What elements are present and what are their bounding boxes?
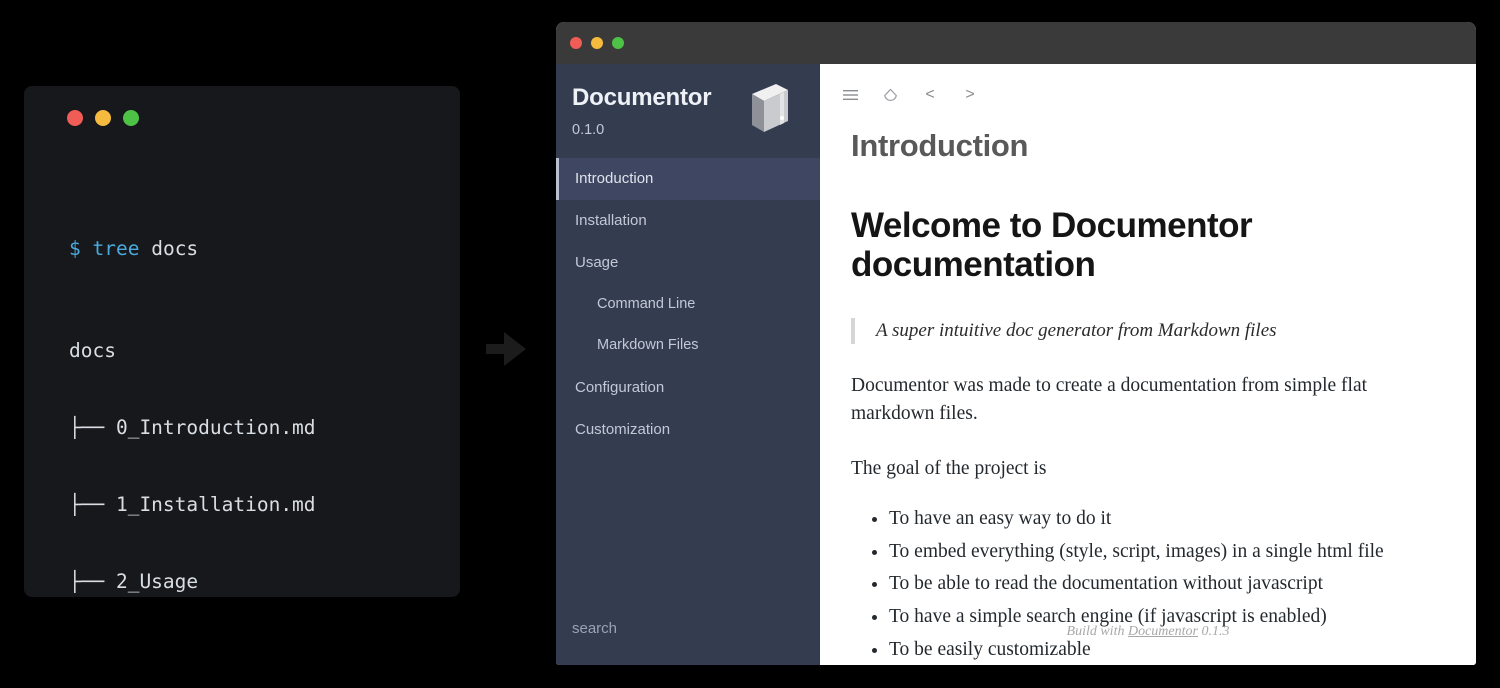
hamburger-menu-icon[interactable] bbox=[840, 85, 860, 105]
terminal-line: ├── 2_Usage bbox=[69, 569, 199, 593]
document-paragraph-2: The goal of the project is bbox=[851, 458, 1047, 480]
sidebar-item-markdown-files[interactable]: Markdown Files bbox=[556, 325, 820, 366]
sidebar-item-configuration[interactable]: Configuration bbox=[556, 367, 820, 409]
terminal-minimize-button[interactable] bbox=[95, 110, 111, 126]
terminal-close-button[interactable] bbox=[67, 110, 83, 126]
footer-version: 0.1.3 bbox=[1197, 624, 1230, 639]
list-item: To be able to read the documentation wit… bbox=[889, 570, 1442, 598]
terminal-command-name: tree bbox=[92, 236, 140, 260]
previous-page-icon[interactable]: < bbox=[920, 85, 940, 105]
book-icon bbox=[744, 80, 796, 136]
content-inner: Introduction Welcome to Documentor docum… bbox=[820, 110, 1476, 664]
footer-prefix: Build with bbox=[1066, 624, 1128, 639]
terminal-window: $ tree docs docs ├── 0_Introduction.md ├… bbox=[24, 86, 460, 597]
sidebar: Documentor 0.1.0 Introduction Installati… bbox=[556, 64, 820, 665]
content-toolbar: < > bbox=[820, 64, 1476, 110]
footer-documentor-link[interactable]: Documentor bbox=[1128, 624, 1198, 639]
terminal-output: $ tree docs docs ├── 0_Introduction.md ├… bbox=[69, 159, 450, 597]
terminal-command-args: docs bbox=[139, 236, 199, 260]
terminal-traffic-lights bbox=[67, 110, 139, 126]
sidebar-item-introduction[interactable]: Introduction bbox=[556, 158, 820, 200]
terminal-line: ├── 0_Introduction.md bbox=[69, 415, 316, 439]
sidebar-item-installation[interactable]: Installation bbox=[556, 200, 820, 242]
document-heading: Welcome to Documentor documentation bbox=[851, 206, 1253, 284]
list-item: To embed everything (style, script, imag… bbox=[889, 538, 1442, 566]
terminal-maximize-button[interactable] bbox=[123, 110, 139, 126]
app-titlebar bbox=[556, 22, 1476, 64]
content-area: < > Introduction Welcome to Documentor d… bbox=[820, 64, 1476, 665]
sidebar-item-command-line[interactable]: Command Line bbox=[556, 284, 820, 325]
terminal-line: ├── 1_Installation.md bbox=[69, 492, 316, 516]
sidebar-nav: Introduction Installation Usage Command … bbox=[556, 158, 820, 451]
document-footer: Build with Documentor 0.1.3 bbox=[820, 624, 1476, 640]
app-minimize-button[interactable] bbox=[591, 37, 603, 49]
sidebar-item-label: Configuration bbox=[575, 378, 665, 396]
next-page-icon[interactable]: > bbox=[960, 85, 980, 105]
app-close-button[interactable] bbox=[570, 37, 582, 49]
sidebar-item-label: Introduction bbox=[575, 170, 654, 187]
search-input[interactable] bbox=[556, 614, 820, 643]
terminal-line: docs bbox=[69, 339, 116, 363]
home-icon[interactable] bbox=[880, 85, 900, 105]
document-blockquote: A super intuitive doc generator from Mar… bbox=[851, 318, 1442, 344]
terminal-prompt: $ bbox=[69, 236, 81, 260]
sidebar-search-container bbox=[556, 614, 820, 665]
sidebar-item-label: Command Line bbox=[597, 296, 696, 312]
documentor-app-window: Documentor 0.1.0 Introduction Installati… bbox=[556, 22, 1476, 665]
sidebar-item-label: Customization bbox=[575, 420, 671, 438]
app-body: Documentor 0.1.0 Introduction Installati… bbox=[556, 64, 1476, 665]
flow-arrow-icon bbox=[484, 326, 530, 372]
sidebar-item-customization[interactable]: Customization bbox=[556, 409, 820, 451]
sidebar-item-label: Installation bbox=[575, 212, 647, 229]
list-item: To have an easy way to do it bbox=[889, 505, 1442, 533]
sidebar-item-label: Usage bbox=[575, 254, 619, 271]
terminal-line-command: $ tree docs bbox=[69, 236, 450, 262]
document-paragraph-1: Documentor was made to create a document… bbox=[851, 375, 1368, 424]
app-traffic-lights bbox=[570, 37, 624, 49]
app-maximize-button[interactable] bbox=[612, 37, 624, 49]
sidebar-item-usage[interactable]: Usage bbox=[556, 242, 820, 284]
sidebar-header: Documentor 0.1.0 bbox=[556, 64, 820, 137]
sidebar-item-label: Markdown Files bbox=[597, 337, 699, 354]
page-title: Introduction bbox=[851, 128, 1029, 163]
